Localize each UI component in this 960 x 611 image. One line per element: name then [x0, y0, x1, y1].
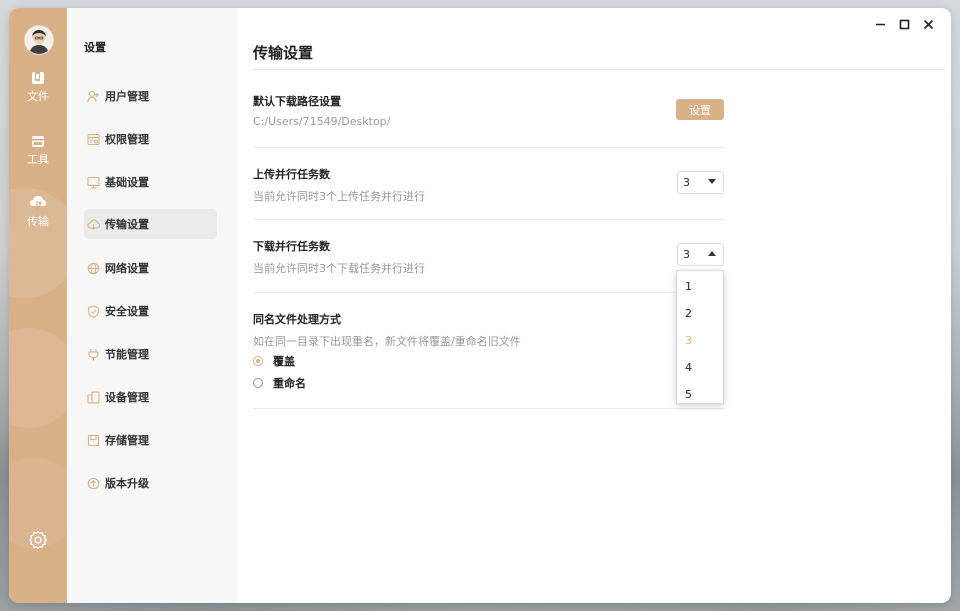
sidebar-item-label: 用户管理: [105, 90, 149, 103]
same-name-title: 同名文件处理方式: [253, 313, 341, 326]
upload-parallel-select[interactable]: 3: [677, 171, 724, 194]
toolbox-icon: [32, 136, 44, 147]
download-parallel-value: 3: [683, 248, 690, 261]
rail-decoration: [9, 328, 67, 428]
cloud-icon: [86, 217, 100, 231]
sidebar-item-network-settings[interactable]: 网络设置: [84, 253, 217, 283]
sidebar-item-label: 权限管理: [105, 133, 149, 146]
divider: [253, 408, 724, 409]
minimize-icon[interactable]: [874, 18, 887, 31]
upgrade-icon: [86, 476, 100, 490]
close-icon[interactable]: [922, 18, 935, 31]
storage-icon: [86, 433, 100, 447]
download-path-title: 默认下载路径设置: [253, 95, 341, 108]
dropdown-option[interactable]: 1: [677, 273, 723, 300]
dropdown-option[interactable]: 4: [677, 354, 723, 381]
sidebar-item-label: 传输设置: [105, 218, 149, 231]
upload-parallel-section: 上传并行任务数 当前允许同时3个上传任务并行进行 3: [253, 166, 724, 220]
rail-item-transfer-label: 传输: [27, 215, 49, 228]
rail-item-tools-label: 工具: [27, 153, 49, 166]
download-parallel-select[interactable]: 3: [677, 243, 724, 266]
page-title: 传输设置: [253, 44, 314, 62]
sidebar-item-label: 节能管理: [105, 348, 149, 361]
radio-rename[interactable]: 重命名: [253, 372, 724, 394]
monitor-icon: [86, 175, 100, 189]
sidebar-item-label: 安全设置: [105, 305, 149, 318]
dropdown-option[interactable]: 2: [677, 300, 723, 327]
download-path-value: C:/Users/71549/Desktop/: [253, 115, 391, 128]
radio-unchecked-icon: [253, 378, 263, 388]
caret-up-icon: [708, 251, 716, 256]
sidebar-item-label: 基础设置: [105, 176, 149, 189]
sidebar-item-basic-settings[interactable]: 基础设置: [84, 167, 217, 197]
divider: [253, 219, 724, 220]
sidebar-item-power-saving[interactable]: 节能管理: [84, 339, 217, 369]
sidebar-item-permission-management[interactable]: 权限管理: [84, 124, 217, 154]
settings-window: 文件 工具 传输 设置 用户管理 权限管理 基础设置 传输设置 网络设置 安全设…: [9, 8, 951, 603]
divider: [253, 69, 945, 70]
download-parallel-dropdown: 1 2 3 4 5: [676, 270, 724, 404]
window-controls: [874, 18, 935, 31]
sidebar-title: 设置: [84, 41, 106, 54]
dropdown-option-selected[interactable]: 3: [677, 327, 723, 354]
power-saving-icon: [86, 347, 100, 361]
permission-icon: [86, 132, 100, 146]
icon-rail: 文件 工具 传输: [9, 8, 67, 603]
avatar-illustration: [25, 26, 53, 54]
radio-checked-icon: [253, 356, 263, 366]
rail-settings-button[interactable]: [28, 530, 48, 554]
gear-icon: [29, 530, 47, 550]
upload-parallel-desc: 当前允许同时3个上传任务并行进行: [253, 190, 425, 203]
divider: [253, 147, 724, 148]
sidebar-item-version-upgrade[interactable]: 版本升级: [84, 468, 217, 498]
radio-label: 覆盖: [273, 355, 295, 368]
sidebar-item-transfer-settings[interactable]: 传输设置: [84, 209, 217, 239]
same-name-desc: 如在同一目录下出现重名，新文件将覆盖/重命名旧文件: [253, 335, 521, 348]
sidebar-item-label: 版本升级: [105, 477, 149, 490]
upload-parallel-value: 3: [683, 176, 690, 189]
sidebar-item-security-settings[interactable]: 安全设置: [84, 296, 217, 326]
sidebar-item-user-management[interactable]: 用户管理: [84, 81, 217, 111]
shield-icon: [86, 304, 100, 318]
caret-down-icon: [708, 179, 716, 184]
maximize-icon[interactable]: [898, 18, 911, 31]
dropdown-option[interactable]: 5: [677, 381, 723, 408]
download-parallel-section: 下载并行任务数 当前允许同时3个下载任务并行进行 3: [253, 238, 724, 293]
settings-sidebar: 设置 用户管理 权限管理 基础设置 传输设置 网络设置 安全设置 节能管理 设备…: [67, 8, 237, 603]
set-path-button[interactable]: 设置: [676, 99, 724, 120]
rail-item-transfer[interactable]: 传输: [9, 195, 67, 229]
device-icon: [86, 390, 100, 404]
download-parallel-desc: 当前允许同时3个下载任务并行进行: [253, 262, 425, 275]
radio-overwrite[interactable]: 覆盖: [253, 350, 724, 372]
radio-label: 重命名: [273, 377, 306, 390]
sidebar-item-storage-management[interactable]: 存储管理: [84, 425, 217, 455]
rail-item-tools[interactable]: 工具: [9, 133, 67, 167]
sidebar-item-device-management[interactable]: 设备管理: [84, 382, 217, 412]
avatar[interactable]: [24, 25, 54, 55]
globe-icon: [86, 261, 100, 275]
sidebar-item-label: 设备管理: [105, 391, 149, 404]
settings-content: 传输设置 默认下载路径设置 C:/Users/71549/Desktop/ 设置…: [237, 8, 951, 603]
rail-item-files[interactable]: 文件: [9, 70, 67, 104]
user-add-icon: [86, 89, 100, 103]
download-path-section: 默认下载路径设置 C:/Users/71549/Desktop/ 设置: [253, 93, 724, 148]
sidebar-item-label: 网络设置: [105, 262, 149, 275]
cloud-transfer-icon: [30, 196, 46, 210]
upload-parallel-title: 上传并行任务数: [253, 168, 330, 181]
sidebar-item-label: 存储管理: [105, 434, 149, 447]
same-name-section: 同名文件处理方式 如在同一目录下出现重名，新文件将覆盖/重命名旧文件 覆盖 重命…: [253, 311, 724, 409]
rail-item-files-label: 文件: [27, 90, 49, 103]
divider: [253, 292, 724, 293]
download-parallel-title: 下载并行任务数: [253, 240, 330, 253]
file-icon: [32, 72, 44, 84]
